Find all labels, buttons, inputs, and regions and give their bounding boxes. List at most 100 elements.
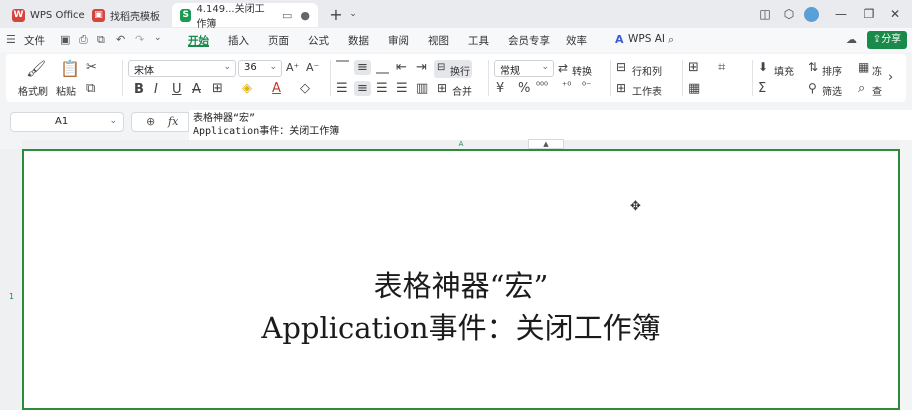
strikethrough-icon[interactable]: A (192, 82, 201, 97)
conditional-format-icon[interactable]: ▦ (688, 81, 700, 96)
increase-indent-icon[interactable]: ⇥ (416, 60, 427, 75)
font-color-icon[interactable]: A (272, 81, 281, 96)
layout-icon[interactable]: ◫ (756, 4, 774, 24)
menu-data[interactable]: 数据 (348, 33, 369, 48)
decrease-indent-icon[interactable]: ⇤ (396, 60, 407, 75)
align-center-icon[interactable]: ≡ (354, 81, 371, 96)
chevron-right-icon[interactable]: › (888, 70, 893, 85)
column-header-a[interactable]: A (22, 140, 900, 149)
fill-icon[interactable]: ⬇ (758, 60, 768, 74)
merge-button[interactable]: 合并 (452, 83, 472, 98)
align-right-icon[interactable]: ☰ (376, 81, 388, 96)
crop-icon[interactable]: ⌗ (718, 60, 725, 75)
formula-input[interactable]: 表格神器“宏” Application事件：关闭工作簿 (189, 110, 912, 140)
sum-icon[interactable]: Σ (758, 81, 766, 96)
fill-color-icon[interactable]: ◈ (242, 81, 252, 96)
convert-icon[interactable]: ⇄ (558, 61, 568, 75)
hamburger-icon[interactable]: ☰ (6, 33, 16, 46)
search-icon[interactable]: ⌕ (668, 33, 674, 47)
sort-icon[interactable]: ⇅ (808, 60, 818, 74)
collapse-toggle[interactable]: ▲ (528, 139, 564, 149)
tab-workbook[interactable]: S 4.149...关闭工作簿 ▭ ● (172, 3, 318, 30)
tab-wps-office[interactable]: W WPS Office (4, 3, 93, 27)
cloud-icon[interactable]: ☁ (846, 33, 857, 46)
cell-a1[interactable]: 表格神器“宏” Application事件：关闭工作簿 ✥ (22, 149, 900, 410)
decrease-font-icon[interactable]: A⁻ (306, 61, 319, 74)
thousands-icon[interactable]: ⁰⁰⁰ (536, 81, 548, 92)
share-button[interactable]: ⇪分享 (867, 31, 907, 49)
worksheet-button[interactable]: 工作表 (632, 83, 662, 98)
copy-icon[interactable]: ⧉ (86, 81, 95, 96)
chevron-down-icon[interactable]: ⌄ (346, 4, 360, 24)
increase-decimal-icon[interactable]: ⁺⁰ (562, 81, 571, 92)
format-painter-icon[interactable]: 🖌 (26, 59, 46, 78)
convert-button[interactable]: 转换 (572, 63, 592, 78)
clear-format-icon[interactable]: ◇ (300, 81, 310, 96)
fill-button[interactable]: 填充 (774, 63, 794, 78)
border-icon[interactable]: ⊞ (212, 81, 223, 96)
filter-button[interactable]: 筛选 (822, 83, 842, 98)
row-header-1[interactable]: 1 (0, 149, 22, 410)
new-tab-plus-icon[interactable]: + (326, 4, 346, 24)
cube-icon[interactable]: ⬡ (780, 4, 798, 24)
menu-tools[interactable]: 工具 (468, 33, 489, 48)
align-left-icon[interactable]: ☰ (336, 81, 348, 96)
underline-icon[interactable]: U (172, 82, 182, 97)
undo-icon[interactable]: ↶ (116, 33, 125, 46)
fx-button[interactable]: fx (168, 115, 178, 128)
worksheet-icon[interactable]: ⊞ (616, 81, 626, 95)
unsaved-dot-icon[interactable]: ● (300, 9, 310, 22)
menu-insert[interactable]: 插入 (228, 33, 249, 48)
vertical-scrollbar[interactable] (900, 140, 912, 410)
print-icon[interactable]: ⎙ (79, 33, 88, 47)
distribute-icon[interactable]: ▥ (416, 81, 428, 96)
monitor-icon[interactable]: ▭ (282, 9, 292, 22)
menu-efficiency[interactable]: 效率 (566, 33, 587, 48)
zoom-icon[interactable]: ⊕ (146, 115, 155, 128)
preview-icon[interactable]: ⧉ (97, 33, 105, 47)
italic-icon[interactable]: I (154, 82, 158, 97)
align-middle-icon[interactable]: ≡ (354, 60, 371, 75)
freeze-icon[interactable]: ▦ (858, 60, 869, 74)
font-name-select[interactable]: 宋体 ⌄ (128, 60, 236, 77)
row-col-icon[interactable]: ⊟ (616, 60, 626, 74)
menu-wps-ai[interactable]: WPS AI (628, 33, 665, 45)
percent-icon[interactable]: % (518, 81, 530, 96)
currency-icon[interactable]: ¥ (496, 81, 504, 96)
filter-icon[interactable]: ⚲ (808, 81, 817, 95)
increase-font-icon[interactable]: A⁺ (286, 61, 299, 74)
table-style-icon[interactable]: ⊞ (688, 60, 699, 75)
menu-member[interactable]: 会员专享 (508, 33, 550, 48)
save-icon[interactable]: ▣ (60, 33, 70, 46)
menu-review[interactable]: 审阅 (388, 33, 409, 48)
number-format-select[interactable]: 常规 ⌄ (494, 60, 554, 77)
font-size-select[interactable]: 36 ⌄ (238, 60, 282, 77)
paste-icon[interactable]: 📋 (60, 59, 80, 78)
justify-icon[interactable]: ☰ (396, 81, 408, 96)
menu-formula[interactable]: 公式 (308, 33, 329, 48)
redo-icon[interactable]: ↷ (135, 33, 144, 46)
menu-file[interactable]: 文件 (24, 33, 45, 48)
format-painter-button[interactable]: 格式刷 (18, 83, 48, 98)
align-bottom-icon[interactable]: ⎽ (376, 60, 389, 75)
menu-page[interactable]: 页面 (268, 33, 289, 48)
cut-icon[interactable]: ✂ (86, 60, 97, 75)
find-button[interactable]: 查 (872, 83, 882, 98)
bold-icon[interactable]: B (134, 82, 144, 97)
chevron-down-icon[interactable]: ⌄ (154, 33, 162, 43)
name-box[interactable]: A1 ⌄ (10, 112, 124, 132)
avatar[interactable] (803, 4, 819, 24)
find-icon[interactable]: ⌕ (858, 81, 865, 96)
minimize-icon[interactable]: — (832, 4, 850, 24)
merge-icon[interactable]: ⊞ (437, 81, 447, 95)
paste-button[interactable]: 粘贴 (56, 83, 76, 98)
menu-view[interactable]: 视图 (428, 33, 449, 48)
restore-icon[interactable]: ❐ (860, 4, 878, 24)
decrease-decimal-icon[interactable]: ⁰⁻ (582, 81, 591, 92)
sort-button[interactable]: 排序 (822, 63, 842, 78)
freeze-button[interactable]: 冻 (872, 63, 882, 78)
align-top-icon[interactable]: ⎺ (336, 60, 349, 75)
close-icon[interactable]: ✕ (886, 4, 904, 24)
row-col-button[interactable]: 行和列 (632, 63, 662, 78)
tab-template[interactable]: ▣ 找稻壳模板 (84, 3, 168, 27)
